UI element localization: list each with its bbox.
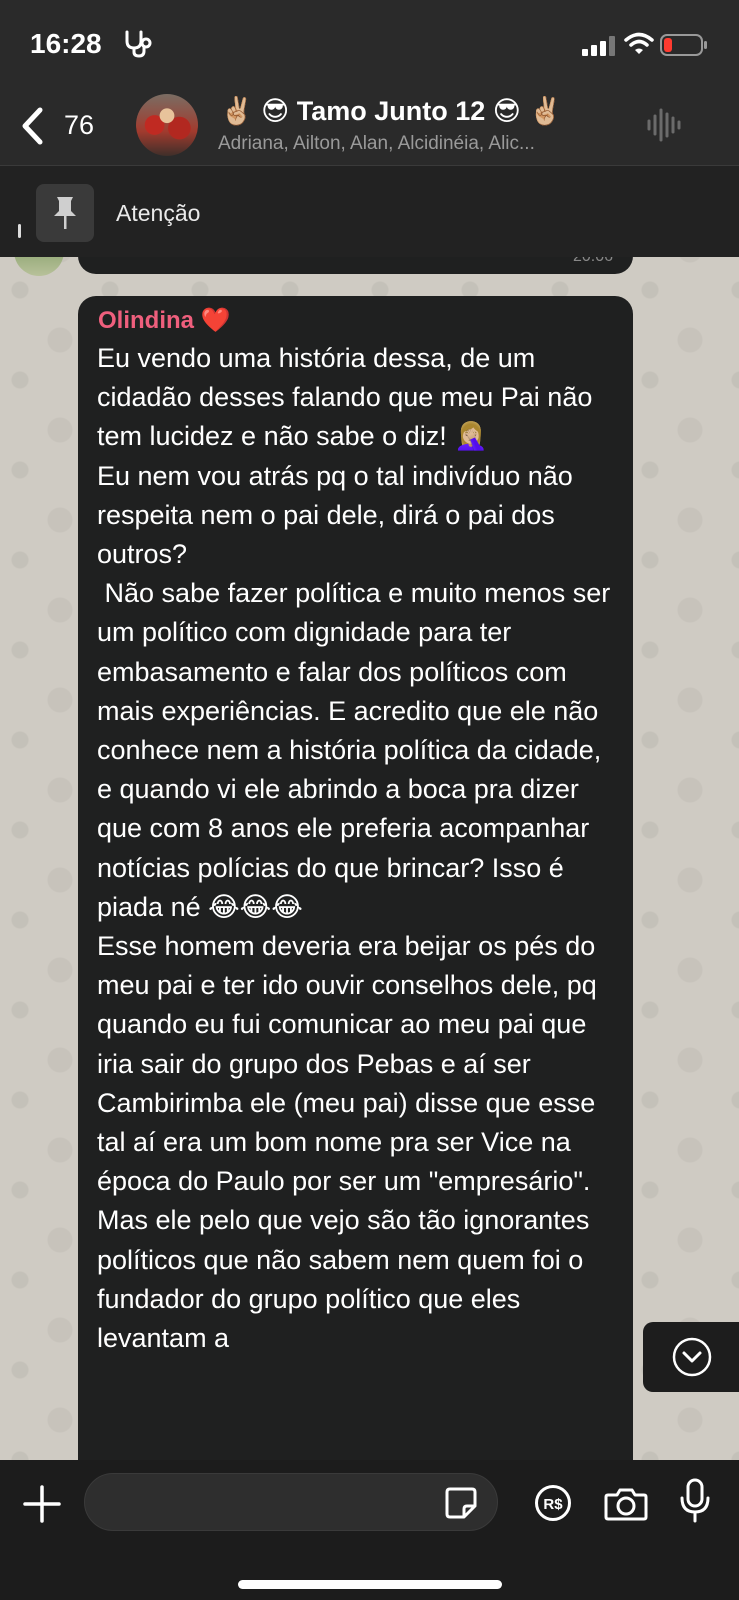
voice-waveform-icon[interactable] xyxy=(646,106,682,144)
group-avatar[interactable] xyxy=(136,94,198,156)
wifi-icon xyxy=(624,32,654,54)
camera-icon[interactable] xyxy=(604,1486,648,1522)
payment-icon[interactable]: R$ xyxy=(534,1484,572,1522)
back-unread-count[interactable]: 76 xyxy=(64,110,94,141)
pin-icon xyxy=(54,197,76,229)
message-input[interactable] xyxy=(84,1473,498,1531)
message-input-bar: R$ xyxy=(0,1460,739,1600)
svg-text:R$: R$ xyxy=(543,1496,563,1513)
pinned-message-text[interactable]: Atenção xyxy=(116,200,200,227)
chat-header: 16:28 76 ✌🏼 😎 Tamo Junto 12 😎 ✌🏼 Adriana… xyxy=(0,0,739,165)
microphone-icon[interactable] xyxy=(678,1478,712,1524)
message-sender[interactable]: Olindina ❤️ xyxy=(98,306,231,335)
message-bubble[interactable]: Olindina ❤️ Eu vendo uma história dessa,… xyxy=(78,296,633,1476)
sender-heart-emoji: ❤️ xyxy=(200,307,231,334)
signal-icon xyxy=(582,36,615,56)
pin-indicator xyxy=(18,224,21,238)
sticker-icon[interactable] xyxy=(444,1486,478,1520)
pinned-message-bar[interactable]: Atenção xyxy=(0,165,739,257)
chevron-down-icon xyxy=(672,1337,712,1377)
battery-low-icon xyxy=(660,34,707,56)
plus-icon[interactable] xyxy=(22,1484,62,1524)
sender-name[interactable]: Olindina xyxy=(98,307,194,334)
message-text: Eu vendo uma história dessa, de um cidad… xyxy=(97,343,611,1354)
chevron-left-icon[interactable] xyxy=(18,106,48,146)
group-title[interactable]: ✌🏼 😎 Tamo Junto 12 😎 ✌🏼 xyxy=(220,95,562,127)
scroll-to-bottom-button[interactable] xyxy=(643,1322,739,1392)
group-members[interactable]: Adriana, Ailton, Alan, Alcidinéia, Alic.… xyxy=(218,133,623,155)
status-time: 16:28 xyxy=(30,28,102,59)
stethoscope-icon xyxy=(125,30,152,58)
home-indicator xyxy=(238,1580,502,1589)
status-bar: 16:28 xyxy=(0,0,739,90)
pin-button[interactable] xyxy=(36,184,94,242)
